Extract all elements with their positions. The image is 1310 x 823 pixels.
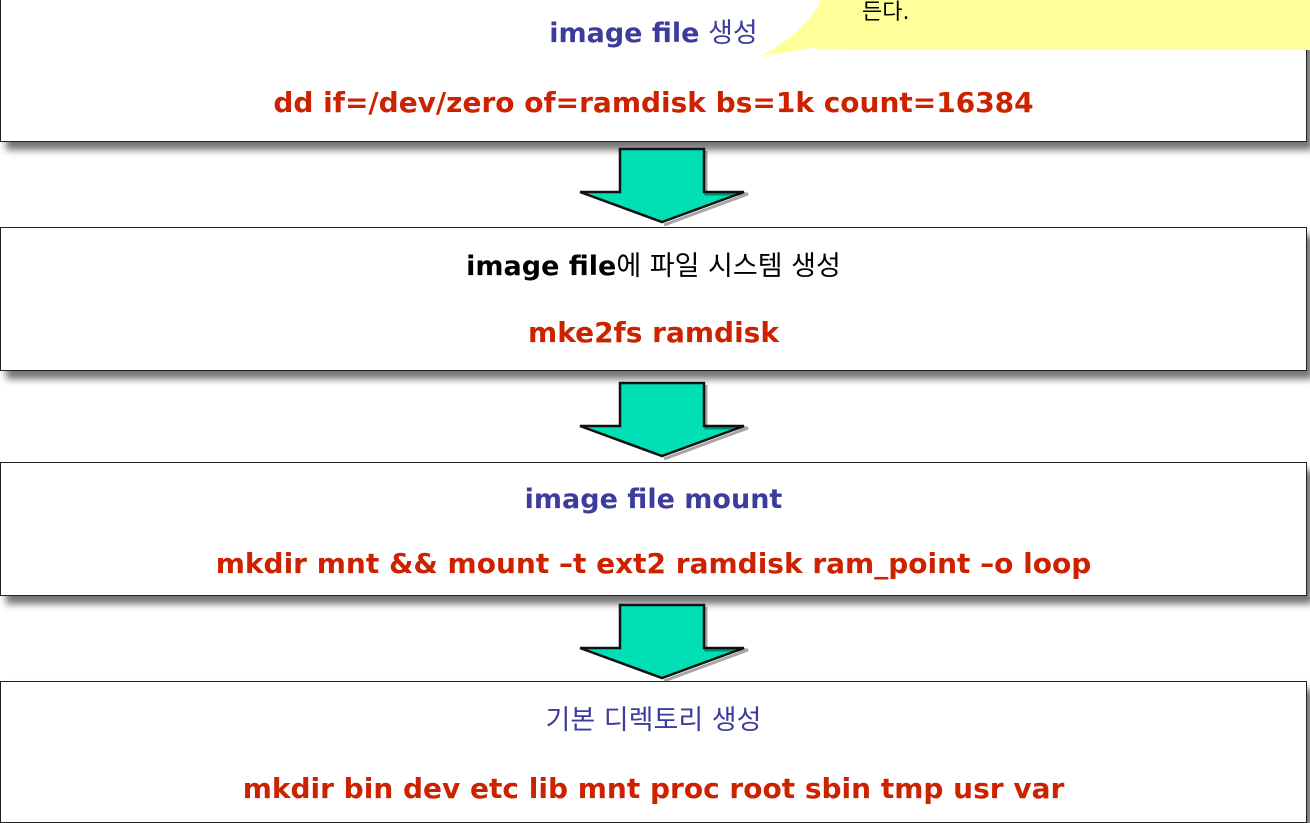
callout-text: 든다. bbox=[862, 0, 910, 25]
step-box-base-directories: 기본 디렉토리 생성 mkdir bin dev etc lib mnt pro… bbox=[0, 681, 1307, 823]
step-title: 기본 디렉토리 생성 bbox=[1, 704, 1306, 738]
down-arrow-icon bbox=[579, 381, 749, 460]
step-title: image file mount bbox=[1, 483, 1306, 517]
flow-diagram: image file 생성 dd if=/dev/zero of=ramdisk… bbox=[0, 0, 1310, 823]
down-arrow-icon bbox=[579, 147, 749, 226]
step-command: mke2fs ramdisk bbox=[528, 316, 779, 349]
step-command: dd if=/dev/zero of=ramdisk bs=1k count=1… bbox=[273, 86, 1034, 119]
step-title-bold: image file bbox=[466, 251, 617, 282]
step-box-filesystem-create: image file에 파일 시스템 생성 mke2fs ramdisk bbox=[0, 227, 1307, 371]
step-box-image-file-mount: image file mount mkdir mnt && mount –t e… bbox=[0, 462, 1307, 596]
down-arrow-icon bbox=[579, 603, 749, 682]
step-title: image file에 파일 시스템 생성 bbox=[1, 250, 1306, 284]
step-title-bold: image file bbox=[549, 18, 700, 49]
step-title-rest: 생성 bbox=[699, 18, 758, 49]
step-title-rest: 기본 디렉토리 생성 bbox=[545, 705, 762, 736]
step-title-bold: image file mount bbox=[524, 484, 783, 515]
step-title-rest: 에 파일 시스템 생성 bbox=[616, 251, 841, 282]
callout-bubble bbox=[760, 0, 1310, 56]
step-command: mkdir bin dev etc lib mnt proc root sbin… bbox=[242, 772, 1065, 805]
step-command: mkdir mnt && mount –t ext2 ramdisk ram_p… bbox=[215, 547, 1092, 580]
